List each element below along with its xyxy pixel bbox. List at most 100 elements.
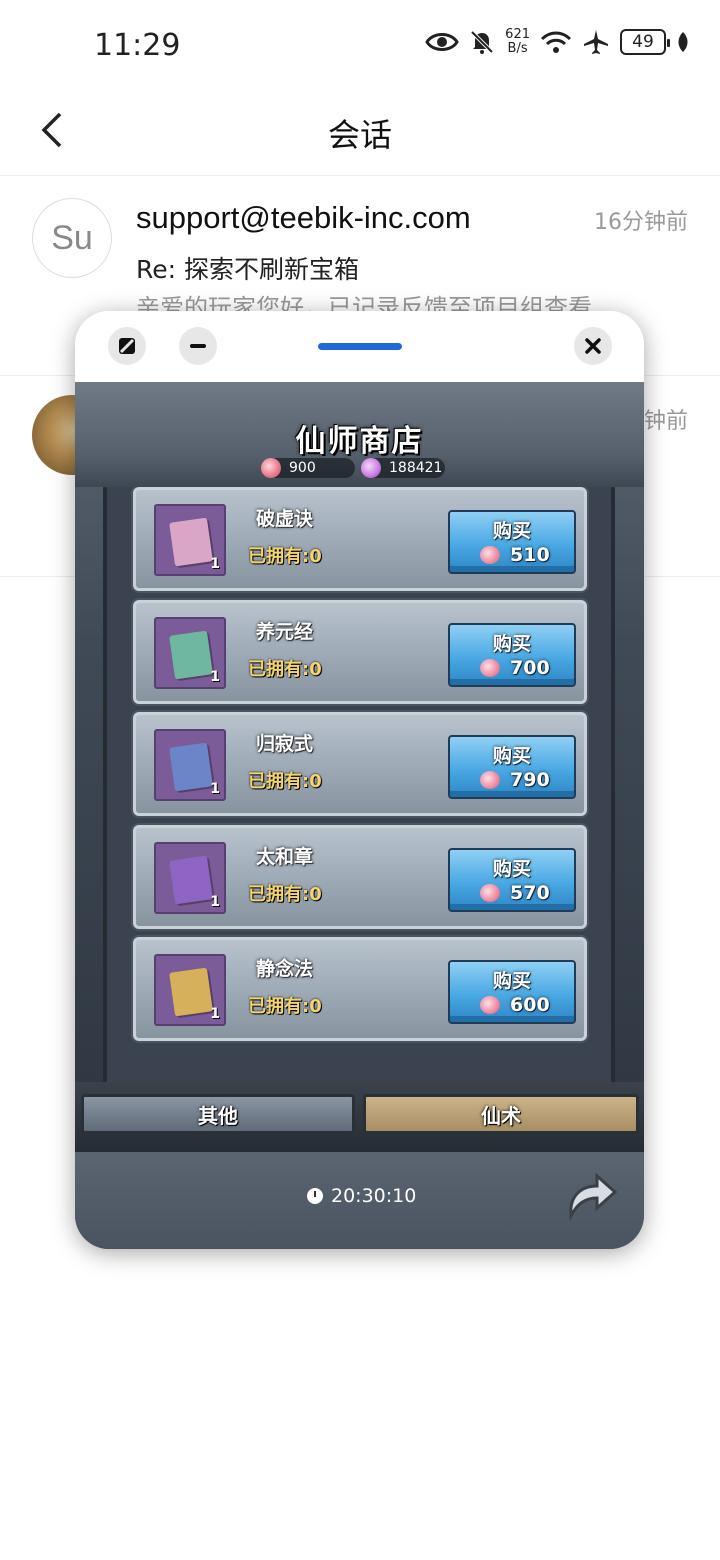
item-owned: 已拥有:0: [248, 546, 322, 567]
peach-coin-icon: [480, 771, 500, 789]
floating-window: 仙师商店 900 188421 1 破虚诀 已拥有:0 购买 510 1 养元经 已拥有:0 购…: [75, 311, 644, 1249]
buy-price: 570: [480, 882, 550, 904]
status-icons: 621 B/s 49: [425, 28, 690, 56]
skill-book-icon[interactable]: 1: [154, 841, 226, 914]
tab-xianshu[interactable]: 仙术: [363, 1094, 639, 1134]
item-quantity: 1: [210, 556, 220, 572]
price-value: 570: [510, 881, 550, 904]
buy-price: 510: [480, 544, 550, 566]
message-time: 钟前: [643, 409, 688, 434]
expand-window-button[interactable]: [108, 327, 146, 365]
item-name: 养元经: [256, 620, 314, 643]
book-icon: [169, 742, 213, 792]
buy-price: 790: [480, 769, 550, 791]
shop-footer: 20:30:10: [75, 1152, 644, 1249]
close-window-button[interactable]: [574, 327, 612, 365]
drag-handle[interactable]: [318, 343, 402, 350]
shop-item: 1 归寂式已拥有:0 购买 790: [133, 712, 587, 816]
refresh-timer: 20:30:10: [307, 1185, 416, 1207]
book-icon: [169, 855, 213, 904]
item-name: 破虚诀: [256, 508, 314, 530]
buy-button[interactable]: 购买 600: [448, 960, 576, 1024]
wifi-icon: [540, 31, 572, 53]
item-quantity: 1: [210, 1006, 220, 1022]
buy-button[interactable]: 购买 570: [448, 847, 576, 912]
buy-label: 购买: [492, 520, 531, 542]
price-value: 790: [510, 769, 550, 791]
net-speed-value: 621: [505, 27, 530, 42]
price-value: 600: [510, 994, 550, 1016]
message-time: 16分钟前: [594, 210, 688, 235]
peach-coin-icon: [480, 996, 500, 1014]
buy-price: 600: [480, 994, 550, 1016]
buy-button[interactable]: 购买 700: [448, 622, 576, 687]
item-owned: 已拥有:0: [248, 996, 322, 1017]
floating-window-toolbar: [75, 311, 644, 382]
price-value: 700: [510, 656, 550, 679]
battery-indicator: 49: [620, 29, 670, 55]
shop-item: 1 静念法已拥有:0 购买 600: [133, 937, 587, 1041]
expand-icon: [119, 338, 135, 354]
item-owned: 已拥有:0: [248, 658, 322, 680]
skill-book-icon[interactable]: 1: [154, 504, 226, 576]
avatar: Su: [32, 198, 112, 278]
item-name: 静念法: [256, 958, 314, 980]
shop-header: 仙师商店 900 188421: [75, 382, 644, 487]
shop-item: 1 破虚诀已拥有:0 购买 510: [133, 487, 587, 591]
minimize-window-button[interactable]: [179, 327, 217, 365]
tab-other[interactable]: 其他: [81, 1094, 355, 1134]
shop-item: 1 太和章已拥有:0 购买 570: [133, 824, 587, 929]
item-owned: 已拥有:0: [248, 771, 322, 792]
buy-label: 购买: [492, 745, 531, 767]
buy-label: 购买: [492, 857, 531, 880]
close-icon: [585, 338, 601, 354]
item-quantity: 1: [210, 781, 220, 797]
item-name: 太和章: [256, 845, 314, 868]
buy-button[interactable]: 购买 790: [448, 735, 576, 799]
peach-coin-icon: [261, 458, 281, 478]
gem-icon: [361, 458, 381, 478]
currency-gem-value: 188421: [389, 460, 443, 476]
leaf-icon: [678, 32, 688, 52]
skill-book-icon[interactable]: 1: [154, 954, 226, 1026]
eye-icon: [425, 33, 459, 51]
timer-value: 20:30:10: [331, 1185, 417, 1207]
shop-tabs: 其他 仙术: [75, 1082, 644, 1152]
minus-icon: [190, 344, 206, 348]
status-time: 11:29: [94, 28, 181, 63]
page-title: 会话: [327, 116, 392, 154]
item-quantity: 1: [210, 893, 220, 910]
peach-coin-icon: [480, 546, 500, 564]
peach-coin-icon: [480, 658, 500, 677]
buy-price: 700: [480, 657, 550, 679]
book-icon: [169, 967, 213, 1017]
price-value: 510: [510, 544, 550, 566]
buy-label: 购买: [492, 970, 531, 992]
buy-button[interactable]: 购买 510: [448, 510, 576, 574]
nav-bar: 会话: [0, 90, 720, 176]
shop-item: 1 养元经已拥有:0 购买 700: [133, 599, 587, 704]
skill-book-icon[interactable]: 1: [154, 616, 226, 689]
battery-level: 49: [632, 32, 654, 52]
item-owned: 已拥有:0: [248, 883, 322, 905]
airplane-icon: [584, 30, 608, 54]
item-name: 归寂式: [256, 733, 314, 755]
bell-muted-icon: [470, 30, 494, 54]
buy-label: 购买: [492, 632, 531, 655]
clock-icon: [307, 1188, 323, 1204]
skill-book-icon[interactable]: 1: [154, 729, 226, 801]
shop-item-list[interactable]: 1 破虚诀 已拥有:0 购买 510 1 养元经 已拥有:0 购买 700 1 归寂式 已拥有:0 购买 7…: [75, 487, 644, 1083]
share-arrow-icon[interactable]: [561, 1166, 621, 1226]
sender-email: support@teebik-inc.com: [136, 200, 471, 235]
item-quantity: 1: [210, 668, 220, 685]
status-bar: 11:29 621 B/s 49: [0, 0, 720, 90]
net-speed: 621 B/s: [505, 28, 530, 56]
shop-title: 仙师商店: [295, 424, 424, 459]
net-speed-unit: B/s: [507, 41, 528, 56]
currency-gem: 188421: [361, 458, 445, 478]
message-subject: Re: 探索不刷新宝箱: [136, 255, 359, 284]
currency-peach: 900: [261, 458, 355, 478]
game-screen: 仙师商店 900 188421 1 破虚诀 已拥有:0 购买 510 1 养元经 已拥有:0 购…: [75, 382, 644, 1249]
book-icon: [169, 630, 213, 679]
currency-peach-value: 900: [289, 460, 316, 476]
